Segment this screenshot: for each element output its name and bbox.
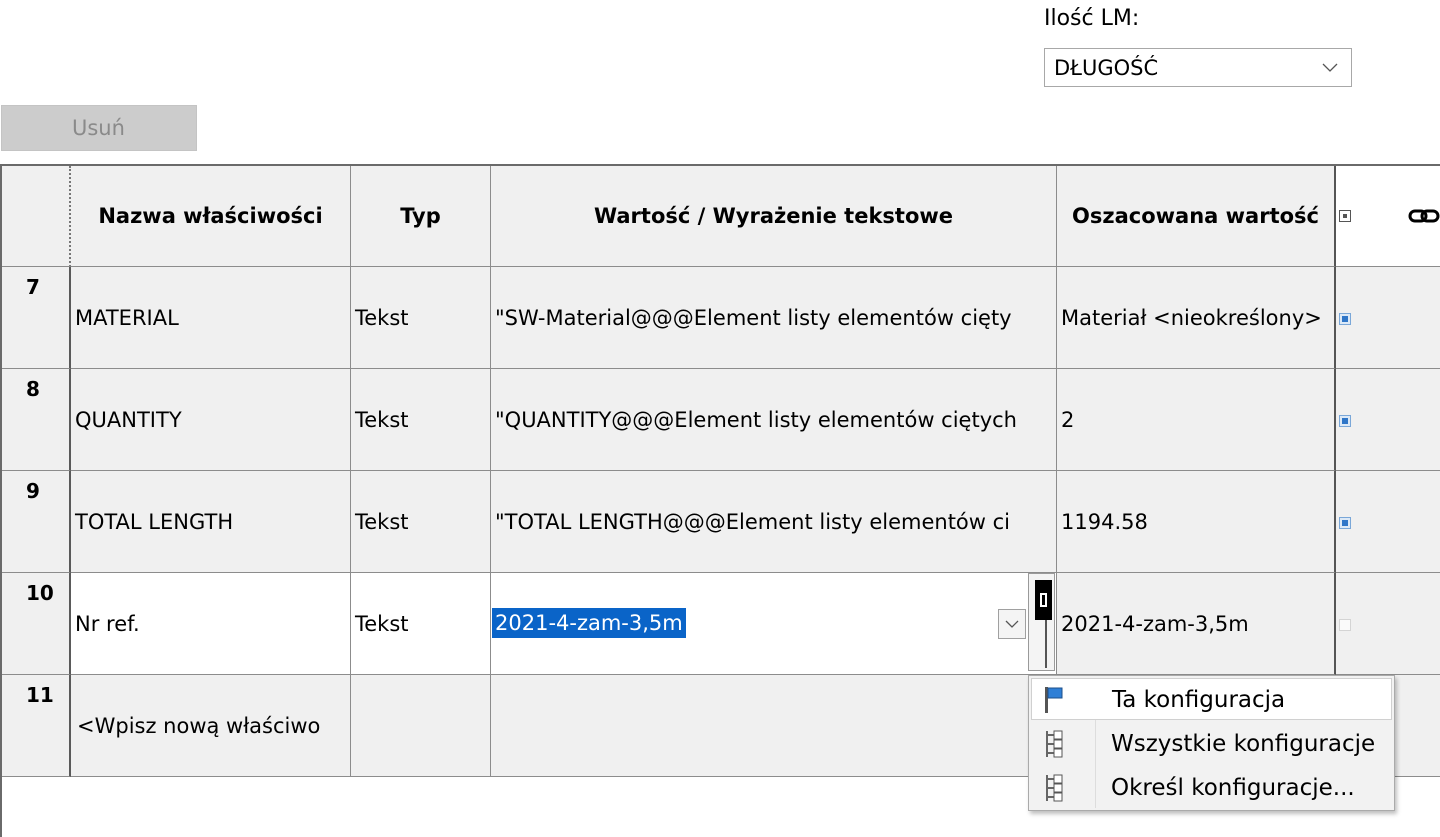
property-type-cell[interactable]: Tekst: [351, 267, 491, 369]
evaluated-value-cell: 2: [1057, 369, 1336, 471]
row-number[interactable]: 10: [2, 573, 71, 675]
header-evaluated[interactable]: Oszacowana wartość: [1057, 166, 1336, 267]
row-checkbox[interactable]: [1339, 517, 1351, 529]
checkbox-cell[interactable]: [1336, 369, 1440, 471]
evaluated-value-cell: 2021-4-zam-3,5m: [1057, 573, 1336, 675]
header-checkbox-cell[interactable]: [1336, 166, 1440, 267]
row-number[interactable]: 11: [2, 675, 71, 777]
configuration-button-divider: [1045, 620, 1047, 668]
configuration-button[interactable]: [1028, 573, 1055, 671]
property-name-cell[interactable]: Nr ref.: [71, 573, 351, 675]
value-dropdown-button[interactable]: [998, 609, 1026, 639]
delete-button-label: Usuń: [72, 116, 125, 140]
configuration-menu: Ta konfiguracja Wszystkie konfiguracje O…: [1028, 675, 1395, 811]
chevron-down-icon: [1322, 63, 1338, 72]
checkbox-cell[interactable]: [1336, 573, 1440, 675]
property-value-cell[interactable]: "QUANTITY@@@Element listy elementów cięt…: [491, 369, 1057, 471]
lm-quantity-select[interactable]: DŁUGOŚĆ: [1044, 48, 1352, 87]
menu-item-label: Określ konfiguracje...: [1111, 775, 1355, 801]
property-name-cell[interactable]: TOTAL LENGTH: [71, 471, 351, 573]
delete-button[interactable]: Usuń: [1, 105, 197, 151]
property-type-cell[interactable]: Tekst: [351, 471, 491, 573]
lm-quantity-label: Ilość LM:: [1044, 6, 1140, 31]
row-checkbox[interactable]: [1339, 313, 1351, 325]
row-number[interactable]: 9: [2, 471, 71, 573]
corner-cell: [2, 166, 71, 267]
menu-item-label: Ta konfiguracja: [1112, 687, 1286, 713]
menu-item-specify-configurations[interactable]: Określ konfiguracje...: [1031, 767, 1392, 809]
menu-item-all-configurations[interactable]: Wszystkie konfiguracje: [1031, 723, 1392, 765]
chevron-down-icon: [1005, 620, 1019, 628]
value-input-selected-text[interactable]: 2021-4-zam-3,5m: [492, 608, 686, 638]
link-icon[interactable]: [1408, 206, 1440, 226]
new-property-name-cell[interactable]: <Wpisz nową właściwo: [71, 675, 351, 777]
tree-config-icon: [1046, 730, 1063, 758]
configuration-icon: [1035, 580, 1052, 620]
evaluated-value-cell: Materiał <nieokreślony>: [1057, 267, 1336, 369]
checkbox-cell[interactable]: [1336, 471, 1440, 573]
property-name-cell[interactable]: QUANTITY: [71, 369, 351, 471]
tree-config-icon: [1046, 774, 1063, 802]
property-value-cell[interactable]: "SW-Material@@@Element listy elementów c…: [491, 267, 1057, 369]
evaluated-value-cell: 1194.58: [1057, 471, 1336, 573]
row-number[interactable]: 7: [2, 267, 71, 369]
flag-config-icon: [1045, 687, 1063, 713]
property-type-cell[interactable]: Tekst: [351, 369, 491, 471]
property-value-cell[interactable]: "TOTAL LENGTH@@@Element listy elementów …: [491, 471, 1057, 573]
checkbox-cell[interactable]: [1336, 267, 1440, 369]
menu-item-label: Wszystkie konfiguracje: [1111, 731, 1376, 757]
row-checkbox[interactable]: [1339, 415, 1351, 427]
header-type[interactable]: Typ: [351, 166, 491, 267]
property-name-cell[interactable]: MATERIAL: [71, 267, 351, 369]
header-name[interactable]: Nazwa właściwości: [71, 166, 351, 267]
menu-item-this-configuration[interactable]: Ta konfiguracja: [1031, 678, 1392, 720]
property-value-cell[interactable]: [491, 675, 1057, 777]
header-value[interactable]: Wartość / Wyrażenie tekstowe: [491, 166, 1057, 267]
lm-select-value: DŁUGOŚĆ: [1054, 56, 1159, 80]
property-type-cell[interactable]: Tekst: [351, 573, 491, 675]
header-checkbox[interactable]: [1339, 210, 1351, 222]
row-checkbox[interactable]: [1339, 619, 1351, 631]
row-number[interactable]: 8: [2, 369, 71, 471]
property-type-cell[interactable]: [351, 675, 491, 777]
